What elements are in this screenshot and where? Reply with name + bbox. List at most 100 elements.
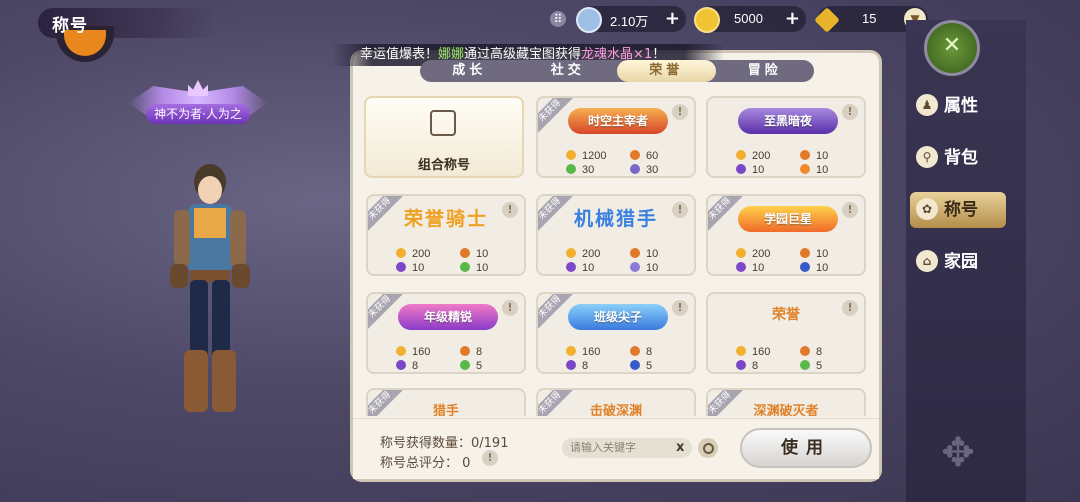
nav-item-bag[interactable]: ⚲ 背包: [910, 140, 1006, 176]
defense-icon: [736, 164, 746, 174]
sword-icon: [630, 248, 640, 258]
attack-icon: [736, 150, 746, 160]
page-title: 称号: [52, 16, 88, 36]
attack-icon: [736, 248, 746, 258]
attack-icon: [566, 346, 576, 356]
info-icon[interactable]: !: [502, 300, 518, 316]
combo-title-label: 组合称号: [417, 158, 470, 173]
title-name: 击破深渊: [589, 404, 642, 416]
title-card[interactable]: ! 至黑暗夜 200 10 10 10: [706, 96, 866, 178]
title-name: 荣誉骑士: [403, 208, 488, 230]
crown-icon: [188, 80, 208, 96]
nav-item-home[interactable]: ⌂ 家园: [910, 244, 1006, 280]
sword-icon: [460, 248, 470, 258]
info-icon[interactable]: !: [842, 104, 858, 120]
attack-icon: [566, 150, 576, 160]
crit-icon: [630, 164, 640, 174]
attack-icon: [566, 248, 576, 258]
crit-icon: [630, 262, 640, 272]
tab-honor[interactable]: 荣誉: [617, 60, 716, 82]
gem-icon: [814, 7, 840, 33]
defense-icon: [396, 262, 406, 272]
close-emblem-icon[interactable]: [924, 20, 980, 76]
diamond-value: 2.10万: [610, 14, 649, 29]
quill-edit-icon: [430, 110, 456, 136]
hp-icon: [800, 360, 810, 370]
pierce-icon: [800, 262, 810, 272]
bag-icon: ⚲: [916, 146, 938, 168]
info-icon[interactable]: !: [672, 104, 688, 120]
speed-icon: [800, 164, 810, 174]
hp-icon: [460, 360, 470, 370]
title-card[interactable]: 未获得 ! 班级尖子 160 8 8 5: [536, 292, 696, 374]
title-name: 机械猎手: [573, 208, 658, 230]
info-icon[interactable]: !: [502, 202, 518, 218]
title-name: 年级精锐: [398, 304, 498, 330]
title-name: 荣誉: [772, 307, 800, 323]
ornament-icon: ✥: [941, 430, 975, 476]
search-input[interactable]: 请输入关键字: [562, 438, 692, 458]
hp-icon: [566, 164, 576, 174]
pierce-icon: [630, 360, 640, 370]
title-card[interactable]: 未获得 猎手: [366, 388, 526, 416]
equipped-title-label: 神不为者·人为之: [146, 104, 250, 124]
diamond-icon: [576, 7, 602, 33]
title-card[interactable]: 未获得 击破深渊: [536, 388, 696, 416]
title-card[interactable]: 未获得 ! 时空主宰者 1200 60 30 30: [536, 96, 696, 178]
defense-icon: [566, 360, 576, 370]
add-diamond-button[interactable]: +: [665, 10, 680, 28]
clear-search-button[interactable]: x: [676, 440, 684, 455]
combo-title-card[interactable]: 组合称号: [364, 96, 524, 178]
equipped-title-badge: 神不为者·人为之: [128, 80, 268, 128]
info-icon[interactable]: !: [672, 202, 688, 218]
nav-item-attributes[interactable]: ♟ 属性: [910, 88, 1006, 124]
title-card[interactable]: 未获得 ! 年级精锐 160 8 8 5: [366, 292, 526, 374]
player-character[interactable]: [160, 160, 260, 420]
sword-icon: [800, 248, 810, 258]
sword-icon: [800, 346, 810, 356]
sword-icon: [800, 150, 810, 160]
gold-coin-icon: [694, 7, 720, 33]
add-gold-button[interactable]: +: [785, 10, 800, 28]
info-icon[interactable]: !: [672, 300, 688, 316]
title-card[interactable]: ! 荣誉 160 8 8 5: [706, 292, 866, 374]
search-icon[interactable]: [698, 438, 718, 458]
tab-social[interactable]: 社交: [519, 60, 618, 82]
title-name: 班级尖子: [568, 304, 668, 330]
gem-value: 15: [862, 11, 877, 26]
attack-icon: [396, 248, 406, 258]
title-name: 深渊破灭者: [753, 404, 819, 416]
score-info-icon[interactable]: !: [482, 450, 498, 466]
defense-icon: [736, 360, 746, 370]
title-card[interactable]: 未获得 ! 学园巨星 200 10 10 10: [706, 194, 866, 276]
currency-menu-icon[interactable]: ⠿: [550, 11, 566, 27]
title-card[interactable]: 未获得 ! 荣誉骑士 200 10 10 10: [366, 194, 526, 276]
title-count-label: 称号获得数量：0/191: [380, 436, 509, 451]
attack-icon: [736, 346, 746, 356]
defense-icon: [566, 262, 576, 272]
title-name: 猎手: [432, 404, 459, 416]
diamond-currency: 2.10万 +: [576, 6, 686, 33]
title-card[interactable]: 未获得 ! 机械猎手 200 10 10 10: [536, 194, 696, 276]
gold-currency: 5000 +: [694, 6, 806, 33]
title-score-label: 称号总评分： 0: [380, 456, 471, 471]
attributes-icon: ♟: [916, 94, 938, 116]
category-tabs: 成长 社交 荣誉 冒险: [420, 60, 814, 82]
attack-icon: [396, 346, 406, 356]
title-icon: ✿: [916, 198, 938, 220]
title-name: 至黑暗夜: [738, 108, 838, 134]
tab-adventure[interactable]: 冒险: [716, 60, 815, 82]
info-icon[interactable]: !: [842, 202, 858, 218]
hp-icon: [460, 262, 470, 272]
title-card[interactable]: 未获得 深渊破灭者: [706, 388, 866, 416]
use-button[interactable]: 使用: [740, 428, 872, 468]
defense-icon: [396, 360, 406, 370]
tab-growth[interactable]: 成长: [420, 60, 519, 82]
defense-icon: [736, 262, 746, 272]
sword-icon: [630, 150, 640, 160]
sword-icon: [460, 346, 470, 356]
home-icon: ⌂: [916, 250, 938, 272]
nav-item-title[interactable]: ✿ 称号: [910, 192, 1006, 228]
sword-icon: [630, 346, 640, 356]
gold-value: 5000: [734, 11, 763, 26]
